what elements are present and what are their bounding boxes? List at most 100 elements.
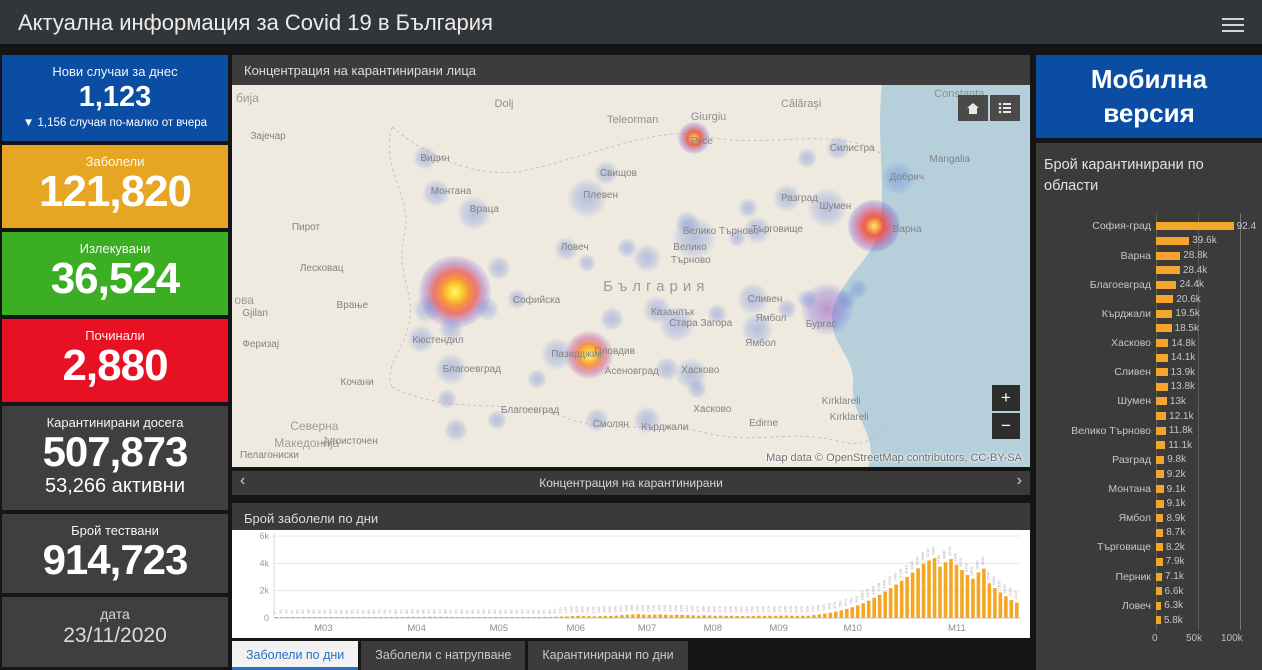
map-label: Mangalia	[929, 153, 971, 165]
bar-label: Сливен	[1114, 366, 1151, 379]
app-header: Актуална информация за Covid 19 в Българ…	[0, 0, 1262, 47]
tab-daily-quarantined[interactable]: Карантинирани по дни	[528, 641, 688, 670]
svg-text:240: 240	[662, 604, 667, 611]
svg-text:42: 42	[475, 609, 480, 614]
zoom-in-button[interactable]: +	[992, 385, 1020, 411]
bar-value: 8.2k	[1165, 541, 1185, 553]
bar-row: 20.6k	[1044, 292, 1258, 307]
bar-label: Ямбол	[1118, 512, 1151, 525]
svg-text:170: 170	[695, 605, 700, 612]
bar-value: 12.1k	[1169, 410, 1194, 422]
svg-text:180: 180	[613, 605, 618, 612]
bar	[1156, 514, 1164, 523]
svg-text:M11: M11	[948, 623, 966, 634]
home-button[interactable]	[958, 95, 988, 121]
svg-text:4210: 4210	[925, 548, 930, 558]
svg-text:4382: 4382	[931, 545, 936, 555]
carousel-prev-button[interactable]: ‹	[232, 471, 253, 491]
svg-text:65: 65	[541, 609, 546, 614]
region-chart-panel: Брой карантинирани по области София-град…	[1036, 143, 1262, 670]
bar-row: Перник 7.1k	[1044, 569, 1258, 584]
map-label: Југоисточен	[322, 435, 378, 447]
svg-text:155: 155	[761, 605, 766, 612]
stat-label: дата	[100, 606, 130, 622]
bar-row: 39.6k	[1044, 234, 1258, 249]
svg-text:140: 140	[569, 606, 574, 613]
carousel-title: Концентрация на карантинирани	[539, 476, 723, 490]
stat-label: Нови случаи за днес	[52, 64, 178, 79]
axis-tick-label: 100k	[1221, 632, 1243, 644]
svg-text:72: 72	[399, 609, 404, 614]
bar	[1156, 368, 1168, 377]
bar	[1156, 397, 1167, 406]
svg-text:560: 560	[837, 600, 842, 607]
stat-card-infected: Заболели 121,820	[2, 145, 228, 228]
bar	[1156, 455, 1165, 464]
svg-text:2870: 2870	[969, 566, 974, 576]
region-chart-title: Брой карантинирани по области	[1044, 157, 1204, 195]
bar-row: Ловеч 6.3k	[1044, 598, 1258, 613]
bar	[1156, 251, 1181, 260]
svg-text:172: 172	[799, 605, 804, 612]
bar-value: 14.1k	[1170, 352, 1196, 364]
bar-value: 6.6k	[1164, 585, 1184, 597]
svg-text:45: 45	[486, 609, 491, 614]
map-toolbar	[958, 95, 1020, 121]
svg-text:180: 180	[706, 605, 711, 612]
bar-value: 20.6k	[1176, 293, 1201, 305]
bar-value: 7.9k	[1165, 556, 1185, 568]
map-panel: Концентрация на карантинирани лица + − M…	[232, 55, 1030, 467]
tab-daily-cases[interactable]: Заболели по дни	[232, 641, 359, 670]
bar-row: 18.5k	[1044, 321, 1258, 336]
stat-value: 507,873	[42, 428, 189, 475]
svg-text:60: 60	[459, 609, 464, 614]
svg-text:3760: 3760	[936, 554, 941, 564]
svg-text:175: 175	[777, 605, 782, 612]
map-label: Пловдив	[594, 346, 635, 358]
map-label: Търново	[670, 254, 711, 266]
map-label: Хасково	[693, 403, 732, 415]
region-axis: 0 50k 100k	[1044, 633, 1258, 649]
bar-value: 39.6k	[1192, 235, 1217, 247]
bar	[1156, 557, 1163, 566]
map-label: Кочани	[340, 377, 374, 389]
svg-text:3980: 3980	[920, 551, 925, 561]
stat-card-quarantined: Карантинирани досега 507,873 53,266 активн…	[2, 406, 228, 510]
svg-text:48: 48	[470, 609, 475, 614]
map-label: Gjilan	[242, 308, 268, 320]
legend-button[interactable]	[990, 95, 1020, 121]
dashboard-page: Актуална информация за Covid 19 в Българ…	[0, 0, 1262, 670]
zoom-out-button[interactable]: −	[992, 413, 1020, 439]
svg-text:20: 20	[294, 609, 299, 614]
svg-text:120: 120	[591, 606, 596, 613]
bar-row: Хасково 14.8k	[1044, 336, 1258, 351]
carousel-next-button[interactable]: ›	[1009, 471, 1030, 491]
bar-row: 11.1k	[1044, 438, 1258, 453]
svg-text:M09: M09	[769, 623, 787, 634]
bar-row: 7.9k	[1044, 555, 1258, 570]
svg-text:75: 75	[388, 609, 393, 614]
bar-label: Търговище	[1096, 541, 1151, 554]
svg-text:6k: 6k	[259, 531, 269, 541]
map-label: Свищов	[599, 167, 637, 179]
bar-label: Разград	[1112, 453, 1151, 466]
bar-value: 8.9k	[1166, 512, 1186, 524]
bar-row: Шумен 13k	[1044, 394, 1258, 409]
svg-text:3340: 3340	[975, 560, 980, 570]
bar-value: 92.4	[1236, 220, 1257, 232]
mobile-version-button[interactable]: Мобилна версия	[1036, 55, 1262, 138]
svg-text:M06: M06	[566, 623, 584, 634]
svg-text:12: 12	[289, 609, 294, 614]
svg-text:M04: M04	[407, 623, 425, 634]
svg-text:3640: 3640	[914, 556, 919, 566]
svg-text:125: 125	[563, 606, 568, 613]
map-canvas[interactable]: + − Map data © OpenStreetMap contributor…	[232, 85, 1030, 467]
svg-text:1870: 1870	[997, 580, 1002, 590]
menu-icon[interactable]	[1222, 14, 1244, 36]
zoom-controls: + −	[992, 385, 1020, 439]
svg-text:75: 75	[448, 609, 453, 614]
tab-cumulative-cases[interactable]: Заболели с натрупване	[361, 641, 526, 670]
bar-value: 13.9k	[1170, 366, 1196, 378]
svg-text:150: 150	[580, 606, 585, 613]
map-label: Асеновград	[604, 366, 659, 378]
